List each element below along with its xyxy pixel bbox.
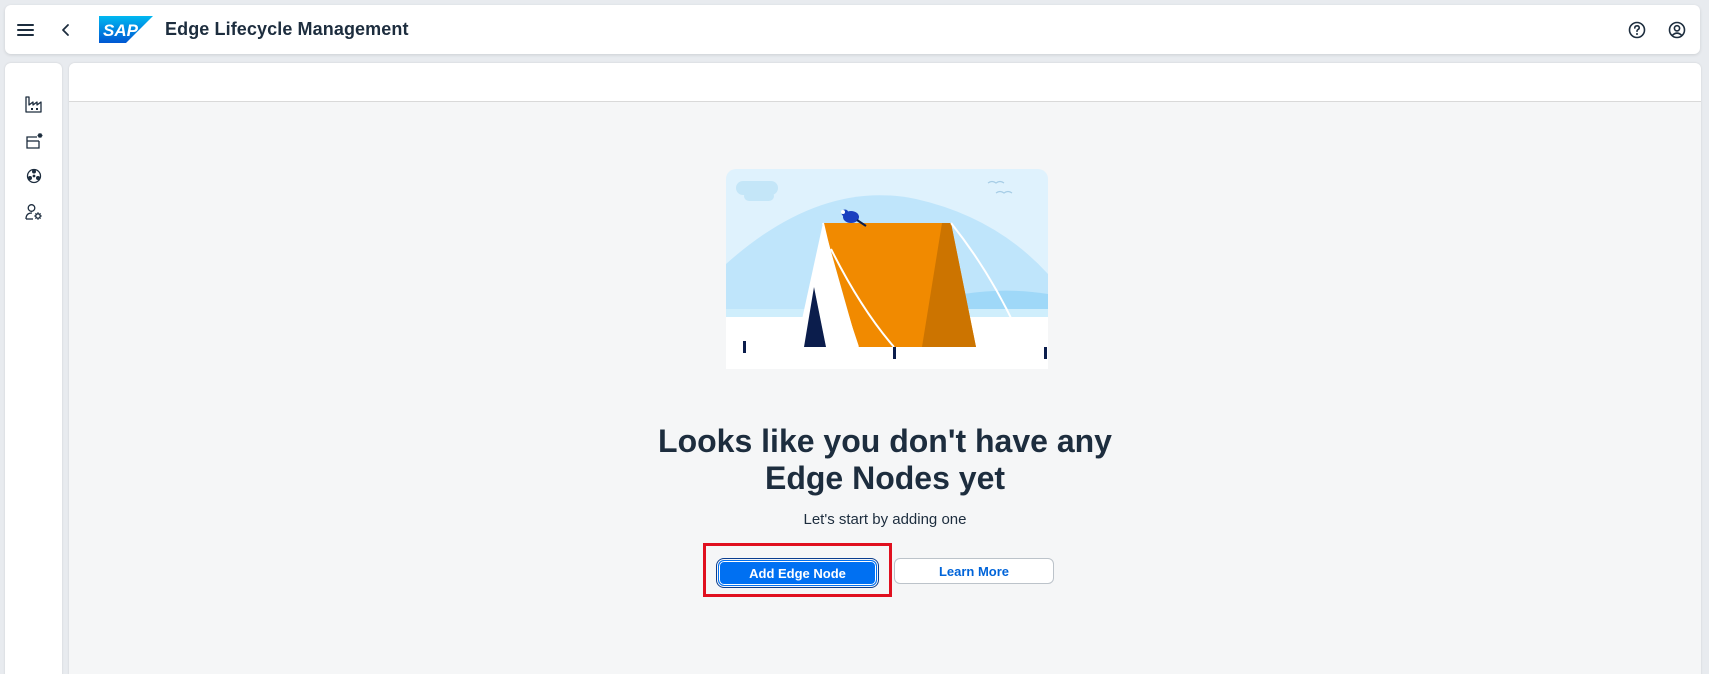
empty-state-title-line2: Edge Nodes yet: [764, 460, 1006, 496]
shell-bar: SAP Edge Lifecycle Management: [5, 5, 1700, 54]
factory-icon[interactable]: [5, 86, 62, 122]
product-add-icon[interactable]: [5, 122, 62, 158]
main-content: Looks like you don't have any Edge Nodes…: [69, 63, 1701, 674]
menu-icon[interactable]: [8, 12, 44, 48]
page-header: [69, 63, 1701, 102]
learn-more-button[interactable]: Learn More: [894, 558, 1054, 584]
back-icon[interactable]: [48, 12, 84, 48]
help-icon[interactable]: [1619, 12, 1655, 48]
side-navigation: [5, 63, 62, 674]
user-settings-icon[interactable]: [5, 194, 62, 230]
add-edge-node-button[interactable]: Add Edge Node: [716, 558, 879, 588]
empty-state-subtitle: Let's start by adding one: [803, 511, 967, 528]
svg-text:SAP: SAP: [103, 21, 139, 40]
app-title: Edge Lifecycle Management: [165, 19, 409, 39]
tent-icon: [726, 169, 1048, 369]
empty-state-title-line1: Looks like you don't have any: [658, 423, 1112, 459]
components-icon[interactable]: [5, 158, 62, 194]
empty-state-title: Looks like you don't have any Edge Nodes…: [69, 423, 1701, 497]
sap-logo[interactable]: SAP: [99, 16, 153, 43]
user-account-icon[interactable]: [1659, 12, 1695, 48]
